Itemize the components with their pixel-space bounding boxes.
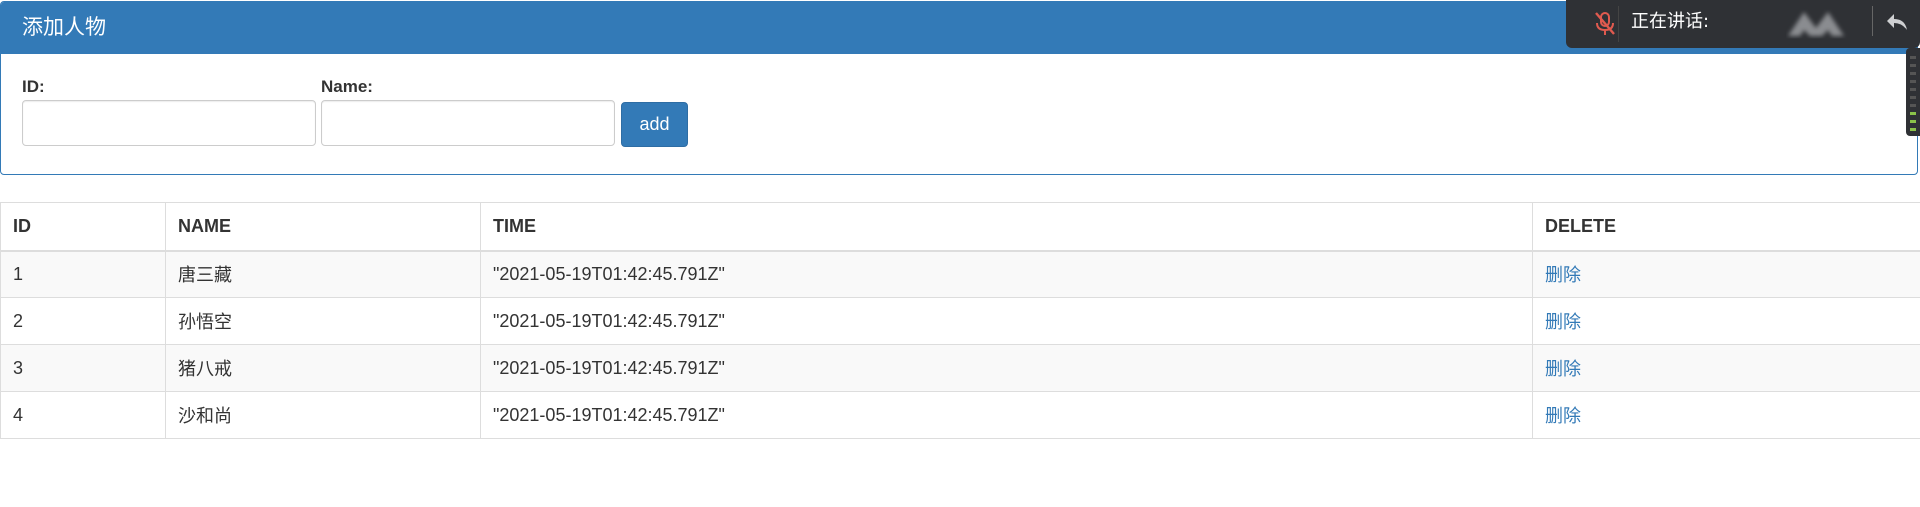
volume-level-tick bbox=[1910, 80, 1916, 83]
volume-level-tick bbox=[1910, 64, 1916, 67]
volume-level-tick bbox=[1910, 72, 1916, 75]
table-row: 2 孙悟空 "2021-05-19T01:42:45.791Z" 删除 bbox=[0, 297, 1920, 345]
header-id: ID bbox=[0, 202, 166, 252]
cell-name: 猪八戒 bbox=[165, 344, 481, 392]
cell-delete: 删除 bbox=[1532, 344, 1920, 392]
add-person-form: ID: Name: add bbox=[1, 54, 1917, 174]
name-input[interactable] bbox=[321, 100, 615, 146]
cell-name: 沙和尚 bbox=[165, 391, 481, 439]
cell-time: "2021-05-19T01:42:45.791Z" bbox=[480, 297, 1533, 345]
table-header-row: ID NAME TIME DELETE bbox=[0, 202, 1920, 252]
volume-level-tick bbox=[1910, 128, 1916, 131]
cell-id: 4 bbox=[0, 391, 166, 439]
table-row: 4 沙和尚 "2021-05-19T01:42:45.791Z" 删除 bbox=[0, 391, 1920, 439]
name-label: Name: bbox=[321, 77, 373, 96]
table-row: 3 猪八戒 "2021-05-19T01:42:45.791Z" 删除 bbox=[0, 344, 1920, 392]
volume-level-bar bbox=[1906, 48, 1920, 136]
cell-delete: 删除 bbox=[1532, 391, 1920, 439]
cell-name: 孙悟空 bbox=[165, 297, 481, 345]
table-row: 1 唐三藏 "2021-05-19T01:42:45.791Z" 删除 bbox=[0, 250, 1920, 298]
header-time: TIME bbox=[480, 202, 1533, 252]
speaker-avatar bbox=[1786, 6, 1856, 40]
overlay-divider bbox=[1618, 6, 1619, 42]
cell-time: "2021-05-19T01:42:45.791Z" bbox=[480, 250, 1533, 298]
delete-link[interactable]: 删除 bbox=[1545, 359, 1581, 379]
id-label: ID: bbox=[22, 77, 45, 96]
cell-delete: 删除 bbox=[1532, 250, 1920, 298]
reply-arrow-icon[interactable] bbox=[1884, 9, 1910, 35]
delete-link[interactable]: 删除 bbox=[1545, 312, 1581, 332]
cell-name: 唐三藏 bbox=[165, 250, 481, 298]
add-button[interactable]: add bbox=[621, 102, 688, 147]
mic-muted-icon[interactable] bbox=[1590, 10, 1620, 38]
header-delete: DELETE bbox=[1532, 202, 1920, 252]
volume-level-tick bbox=[1910, 56, 1916, 59]
voice-chat-overlay: 正在讲话: bbox=[1566, 0, 1920, 48]
cell-id: 3 bbox=[0, 344, 166, 392]
person-table: ID NAME TIME DELETE 1 唐三藏 "2021-05-19T01… bbox=[0, 202, 1920, 439]
volume-level-tick bbox=[1910, 104, 1916, 107]
delete-link[interactable]: 删除 bbox=[1545, 406, 1581, 426]
cell-id: 1 bbox=[0, 250, 166, 298]
header-name: NAME bbox=[165, 202, 481, 252]
cell-time: "2021-05-19T01:42:45.791Z" bbox=[480, 344, 1533, 392]
volume-level-tick bbox=[1910, 112, 1916, 115]
volume-level-tick bbox=[1910, 88, 1916, 91]
volume-level-tick bbox=[1910, 96, 1916, 99]
delete-link[interactable]: 删除 bbox=[1545, 265, 1581, 285]
volume-level-tick bbox=[1910, 120, 1916, 123]
overlay-divider bbox=[1872, 6, 1873, 36]
id-input[interactable] bbox=[22, 100, 316, 146]
cell-id: 2 bbox=[0, 297, 166, 345]
speaking-label: 正在讲话: bbox=[1631, 11, 1710, 32]
cell-delete: 删除 bbox=[1532, 297, 1920, 345]
cell-time: "2021-05-19T01:42:45.791Z" bbox=[480, 391, 1533, 439]
